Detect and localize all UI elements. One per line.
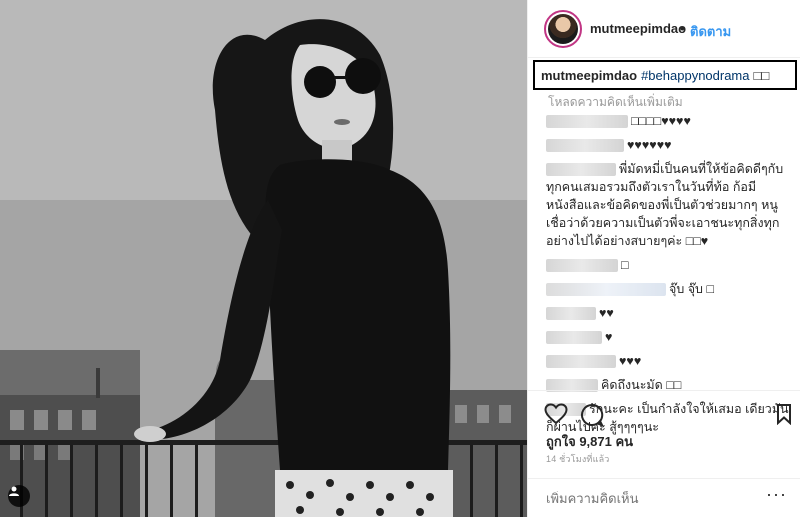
bookmark-icon[interactable] [776,403,792,430]
redacted-username [546,139,624,153]
redacted-username [546,163,616,177]
header-separator: • [680,21,685,36]
redacted-username [546,355,616,369]
photo-illustration [0,0,527,517]
caption-username[interactable]: mutmeepimdao [541,68,637,83]
comment-text: จุ๊บ จุ๊บ □ [669,282,715,296]
comment-item: □ [546,256,792,274]
post-timestamp[interactable]: 14 ชั่วโมงที่แล้ว [546,452,610,466]
comment-item: พี่มัดหมี่เป็นคนที่ให้ข้อคิดดีๆกับทุกคนเ… [546,160,792,250]
comment-input[interactable] [546,490,746,506]
comment-item: ♥♥♥ [546,352,792,370]
action-bar [528,390,800,430]
comment-text: □□□□♥♥♥♥ [631,114,691,128]
post-side-panel: mutmeepimdao • ติดตาม mutmeepimdao #beha… [527,0,800,517]
comment-text: ♥♥♥ [619,354,642,368]
comment-icon[interactable] [580,403,604,432]
heart-icon[interactable] [544,403,568,430]
comment-text: ♥ [605,330,613,344]
comment-text: ♥♥♥♥♥♥ [627,138,672,152]
comment-item: ♥♥ [546,304,792,322]
comment-item: ♥ [546,328,792,346]
likes-count[interactable]: ถูกใจ 9,871 คน [546,431,633,452]
follow-button[interactable]: ติดตาม [690,21,731,42]
caption: mutmeepimdao #behappynodrama □□ [533,60,797,90]
redacted-username [546,283,666,297]
caption-trailing: □□ [753,67,770,83]
ellipsis-icon[interactable]: ··· [766,485,787,503]
avatar[interactable] [544,10,582,48]
header-username[interactable]: mutmeepimdao [590,21,686,36]
redacted-username [546,115,628,129]
redacted-username [546,307,596,321]
post-photo[interactable] [0,0,527,517]
user-tag-icon[interactable] [8,485,30,507]
comment-item: ♥♥♥♥♥♥ [546,136,792,154]
load-more-comments-link[interactable]: โหลดความคิดเห็นเพิ่มเติม [548,93,683,112]
post-header: mutmeepimdao • ติดตาม [528,0,800,58]
redacted-username [546,331,602,345]
comment-text: ♥♥ [599,306,614,320]
comment-item: □□□□♥♥♥♥ [546,112,792,130]
comment-text: □ [621,258,629,272]
add-comment-bar: ··· [528,478,800,517]
comment-item: จุ๊บ จุ๊บ □ [546,280,792,298]
redacted-username [546,259,618,273]
caption-hashtag[interactable]: #behappynodrama [641,68,749,83]
